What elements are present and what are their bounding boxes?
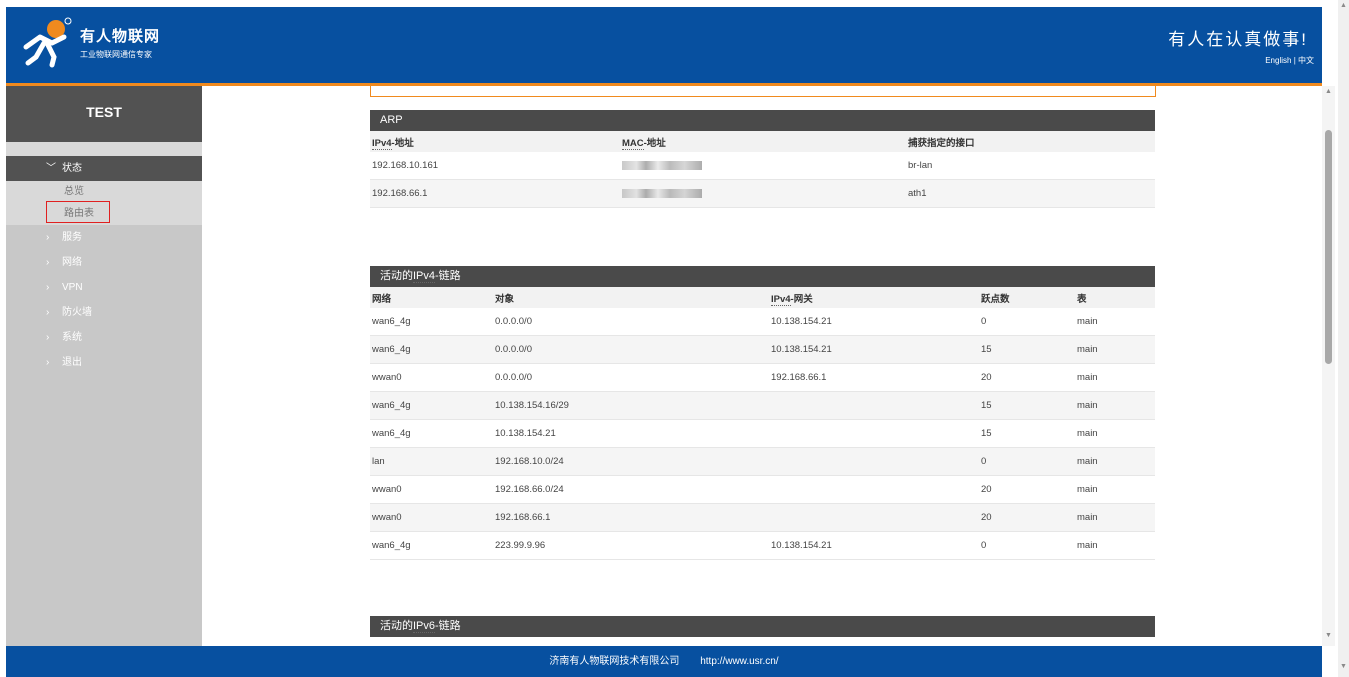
sidebar-item-firewall[interactable]: › 防火墙: [6, 300, 202, 325]
col-metric: 跃点数: [979, 287, 1075, 308]
mac-redacted: [622, 160, 702, 170]
website-link[interactable]: http://www.usr.cn/: [700, 656, 778, 667]
company-name: 济南有人物联网技术有限公司: [549, 656, 680, 667]
chevron-right-icon: ›: [46, 232, 50, 243]
chevron-right-icon: ›: [46, 307, 50, 318]
chevron-right-icon: ›: [46, 357, 50, 368]
lang-separator: |: [1293, 56, 1296, 65]
slogan: 有人在认真做事!: [1168, 30, 1308, 49]
highlight-box: [46, 201, 110, 223]
chevron-down-icon: ﹀: [46, 163, 56, 174]
scroll-down-icon[interactable]: ▼: [1338, 663, 1349, 675]
sidebar-item-logout[interactable]: › 退出: [6, 350, 202, 375]
header: 有人物联网 工业物联网通信专家 有人在认真做事! English | 中文: [6, 7, 1322, 86]
table-row: wan6_4g 223.99.9.96 10.138.154.21 0 main: [370, 531, 1155, 560]
col-ipv4-gateway: IPv4-网关: [769, 287, 979, 308]
col-mac-address: MAC-地址: [620, 131, 906, 152]
table-row: 192.168.66.1 ath1: [370, 179, 1155, 208]
brand-title: 有人物联网: [80, 28, 161, 45]
col-ipv4-address: IPv4-地址: [370, 131, 620, 152]
content-scrollbar[interactable]: ▲ ▼: [1322, 86, 1335, 646]
scroll-up-icon[interactable]: ▲: [1322, 88, 1335, 100]
col-interface: 捕获指定的接口: [906, 131, 1155, 152]
ipv4-routes-section: 活动的IPv4-链路 网络 对象 IPv4-网关 跃点数 表 wan6_4g 0.…: [370, 266, 1155, 560]
ipv4-routes-title: 活动的IPv4-链路: [370, 266, 1155, 287]
table-row: wan6_4g 0.0.0.0/0 10.138.154.21 0 main: [370, 308, 1155, 336]
main-content: ARP IPv4-地址 MAC-地址 捕获指定的接口 192.168.10.16…: [202, 86, 1322, 646]
ipv6-routes-title: 活动的IPv6-链路: [370, 616, 1155, 637]
sidebar-item-network[interactable]: › 网络: [6, 250, 202, 275]
table-row: wan6_4g 10.138.154.21 15 main: [370, 419, 1155, 448]
ipv4-routes-table: 网络 对象 IPv4-网关 跃点数 表 wan6_4g 0.0.0.0/0 10.1…: [370, 287, 1155, 560]
col-table: 表: [1075, 287, 1155, 308]
sidebar-subitem-routes[interactable]: 路由表: [6, 201, 202, 225]
chevron-right-icon: ›: [46, 282, 50, 293]
window-scrollbar[interactable]: ▲ ▼: [1338, 0, 1349, 677]
table-row: wan6_4g 10.138.154.16/29 15 main: [370, 391, 1155, 420]
chevron-right-icon: ›: [46, 257, 50, 268]
table-row: lan 192.168.10.0/24 0 main: [370, 447, 1155, 476]
scroll-thumb[interactable]: [1325, 130, 1332, 364]
sidebar-subitem-overview[interactable]: 总览: [6, 181, 202, 203]
arp-table: IPv4-地址 MAC-地址 捕获指定的接口 192.168.10.161 br…: [370, 131, 1155, 208]
table-row: wan6_4g 0.0.0.0/0 10.138.154.21 15 main: [370, 335, 1155, 364]
lang-chinese-link[interactable]: 中文: [1298, 56, 1314, 65]
sidebar: TEST ﹀ 状态 总览 路由表 › 服务 › 网络 › VPN › 防火墙 ›…: [6, 86, 202, 646]
sidebar-item-status[interactable]: ﹀ 状态: [6, 156, 202, 181]
footer: 济南有人物联网技术有限公司 http://www.usr.cn/: [6, 646, 1322, 677]
brand-subtitle: 工业物联网通信专家: [80, 50, 152, 59]
arp-section: ARP IPv4-地址 MAC-地址 捕获指定的接口 192.168.10.16…: [370, 110, 1155, 208]
chevron-right-icon: ›: [46, 332, 50, 343]
sidebar-item-services[interactable]: › 服务: [6, 225, 202, 250]
mac-redacted: [622, 188, 702, 198]
scroll-up-icon[interactable]: ▲: [1338, 2, 1349, 14]
language-switch: English | 中文: [1265, 55, 1314, 66]
scroll-down-icon[interactable]: ▼: [1322, 632, 1335, 644]
lang-english-link[interactable]: English: [1265, 56, 1291, 65]
sidebar-item-vpn[interactable]: › VPN: [6, 275, 202, 300]
table-row: wwan0 192.168.66.0/24 20 main: [370, 475, 1155, 504]
device-name: TEST: [6, 86, 202, 142]
previous-section-box: [370, 86, 1156, 97]
col-target: 对象: [493, 287, 769, 308]
table-row: wwan0 0.0.0.0/0 192.168.66.1 20 main: [370, 363, 1155, 392]
sidebar-item-system[interactable]: › 系统: [6, 325, 202, 350]
table-row: wwan0 192.168.66.1 20 main: [370, 503, 1155, 532]
usr-logo-icon: [23, 17, 72, 68]
ipv6-routes-section: 活动的IPv6-链路: [370, 616, 1155, 637]
col-network: 网络: [370, 287, 493, 308]
table-row: 192.168.10.161 br-lan: [370, 152, 1155, 180]
arp-title: ARP: [370, 110, 1155, 131]
